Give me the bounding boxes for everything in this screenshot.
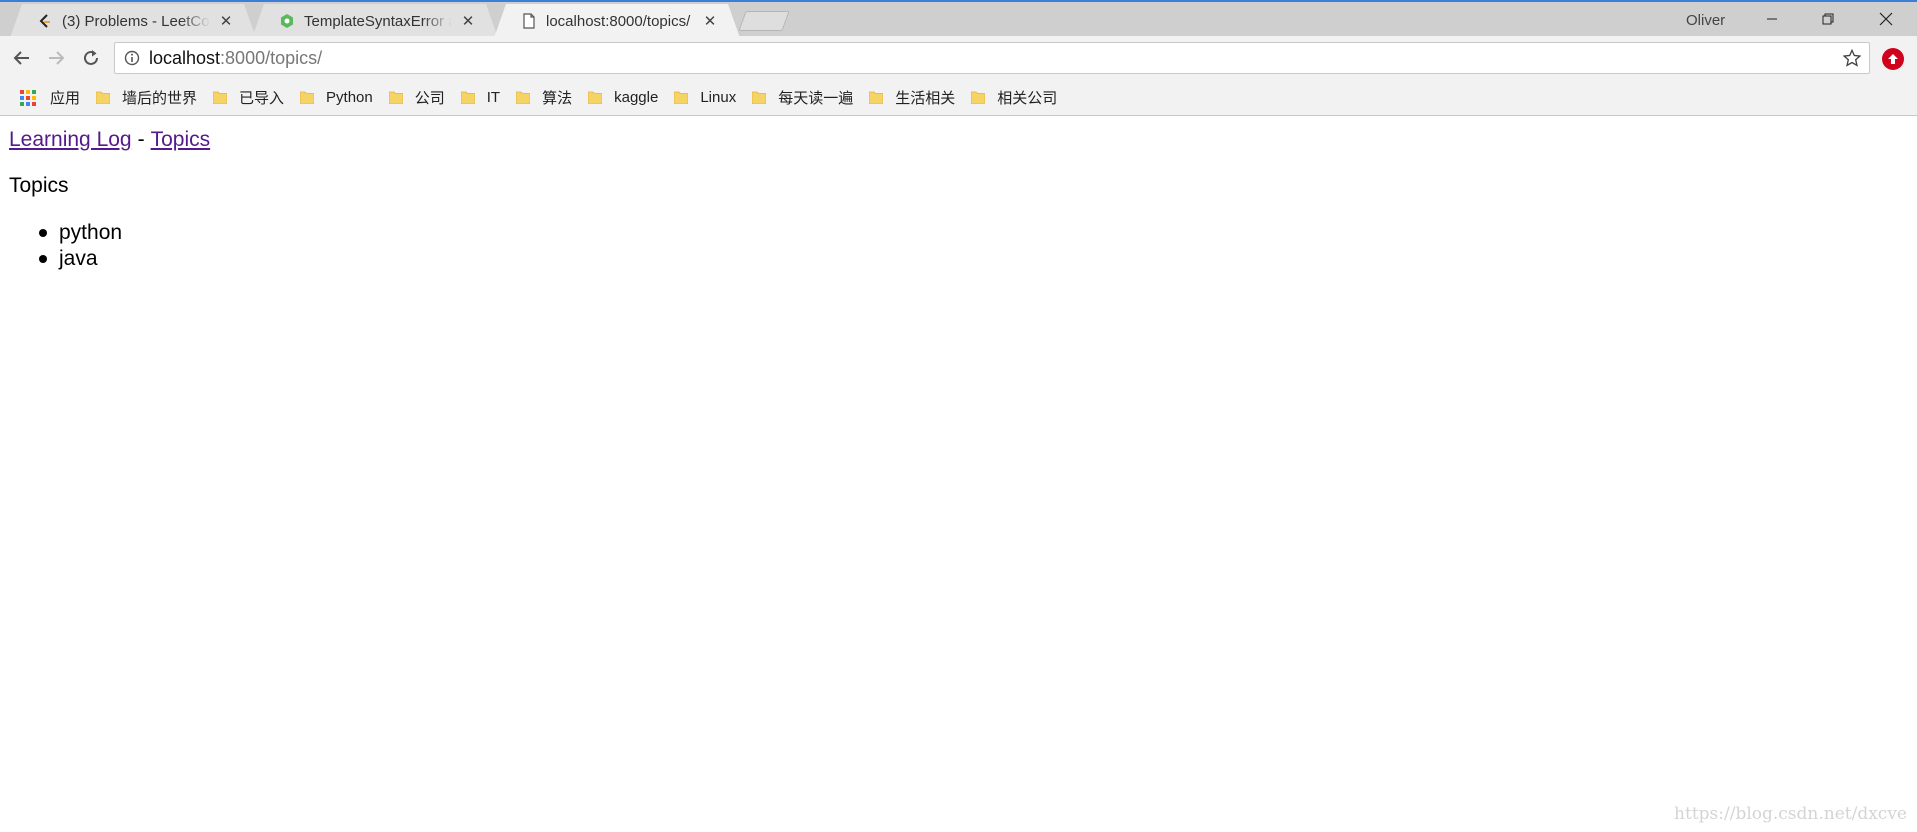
url-text[interactable]: localhost:8000/topics/ bbox=[149, 48, 322, 69]
folder-icon bbox=[752, 91, 767, 104]
bookmark-label: 算法 bbox=[542, 90, 573, 107]
folder-icon bbox=[300, 91, 315, 104]
close-icon[interactable]: ✕ bbox=[702, 13, 718, 30]
folder-icon bbox=[96, 91, 111, 104]
info-icon[interactable] bbox=[115, 43, 149, 73]
toolbar: localhost:8000/topics/ bbox=[0, 36, 1917, 80]
bookmark-label: 已导入 bbox=[239, 90, 285, 107]
folder-icon bbox=[213, 91, 228, 104]
bookmarks-bar: 应用 墙后的世界 已导入 Python 公司 IT 算法 kaggle Linu… bbox=[0, 80, 1917, 116]
bookmark-folder[interactable]: 已导入 bbox=[205, 84, 292, 112]
address-bar[interactable]: localhost:8000/topics/ bbox=[114, 42, 1870, 74]
topics-link[interactable]: Topics bbox=[151, 128, 211, 151]
leetcode-icon bbox=[36, 12, 54, 30]
bookmark-folder[interactable]: kaggle bbox=[580, 84, 666, 112]
tab-title: TemplateSyntaxError at /topics/ bbox=[304, 12, 452, 30]
profile-name[interactable]: Oliver bbox=[1686, 12, 1725, 29]
bookmark-folder[interactable]: 相关公司 bbox=[963, 84, 1065, 112]
tab-templatesyntaxerror[interactable]: TemplateSyntaxError at /topics/ ✕ bbox=[252, 4, 498, 38]
folder-icon bbox=[388, 91, 403, 104]
bookmark-star-icon[interactable] bbox=[1841, 47, 1863, 69]
learning-log-link[interactable]: Learning Log bbox=[9, 128, 132, 151]
django-icon bbox=[278, 12, 296, 30]
bookmark-folder[interactable]: Linux bbox=[666, 84, 744, 112]
new-tab-button[interactable] bbox=[738, 11, 790, 31]
close-icon[interactable]: ✕ bbox=[218, 13, 234, 30]
page-heading: Topics bbox=[9, 174, 69, 197]
watermark: https://blog.csdn.net/dxcve bbox=[1674, 804, 1907, 824]
topic-name: python bbox=[59, 221, 123, 244]
minimize-button[interactable] bbox=[1744, 4, 1800, 34]
tab-title: (3) Problems - LeetCode bbox=[62, 12, 210, 30]
bookmark-folder[interactable]: IT bbox=[453, 84, 508, 112]
bookmark-label: 相关公司 bbox=[997, 90, 1058, 107]
bookmark-label: IT bbox=[486, 89, 501, 106]
topic-list: python java bbox=[9, 220, 122, 272]
bookmark-label: 每天读一遍 bbox=[778, 90, 854, 107]
apps-icon bbox=[20, 89, 36, 106]
title-bar: (3) Problems - LeetCode ✕ TemplateSyntax… bbox=[0, 0, 1917, 36]
reload-button[interactable] bbox=[77, 44, 105, 72]
bookmark-label: 公司 bbox=[414, 90, 445, 107]
bookmark-label: 墙后的世界 bbox=[122, 90, 198, 107]
extension-icon[interactable] bbox=[1882, 48, 1904, 70]
page-icon bbox=[520, 12, 538, 30]
forward-button[interactable] bbox=[42, 44, 70, 72]
restore-button[interactable] bbox=[1800, 4, 1856, 34]
bullet-icon bbox=[39, 229, 47, 237]
folder-icon bbox=[869, 91, 884, 104]
list-item: python bbox=[9, 220, 122, 246]
close-icon[interactable]: ✕ bbox=[460, 13, 476, 30]
bookmark-folder[interactable]: 每天读一遍 bbox=[744, 84, 861, 112]
site-nav: Learning Log - Topics bbox=[9, 128, 210, 152]
bookmark-folder[interactable]: 生活相关 bbox=[861, 84, 963, 112]
topic-name: java bbox=[59, 247, 98, 270]
bookmark-apps[interactable]: 应用 bbox=[12, 84, 88, 112]
bookmark-folder[interactable]: 公司 bbox=[381, 84, 453, 112]
bullet-icon bbox=[39, 255, 47, 263]
tab-localhost[interactable]: localhost:8000/topics/ ✕ bbox=[494, 4, 740, 38]
bookmark-folder[interactable]: 墙后的世界 bbox=[88, 84, 205, 112]
bookmark-label: 应用 bbox=[50, 90, 81, 107]
tab-leetcode[interactable]: (3) Problems - LeetCode ✕ bbox=[10, 4, 256, 38]
bookmark-folder[interactable]: Python bbox=[292, 84, 381, 112]
folder-icon bbox=[460, 91, 475, 104]
bookmark-folder[interactable]: 算法 bbox=[508, 84, 580, 112]
bookmark-label: Linux bbox=[700, 89, 737, 106]
tab-title: localhost:8000/topics/ bbox=[546, 12, 691, 30]
close-window-button[interactable] bbox=[1858, 4, 1914, 34]
folder-icon bbox=[674, 91, 689, 104]
folder-icon bbox=[516, 91, 531, 104]
list-item: java bbox=[9, 246, 122, 272]
nav-separator: - bbox=[137, 128, 145, 151]
page-content: Learning Log - Topics Topics python java h… bbox=[0, 116, 1917, 832]
bookmark-label: Python bbox=[326, 89, 373, 106]
folder-icon bbox=[588, 91, 603, 104]
folder-icon bbox=[971, 91, 986, 104]
back-button[interactable] bbox=[8, 44, 36, 72]
bookmark-label: 生活相关 bbox=[895, 90, 956, 107]
bookmark-label: kaggle bbox=[614, 89, 659, 106]
